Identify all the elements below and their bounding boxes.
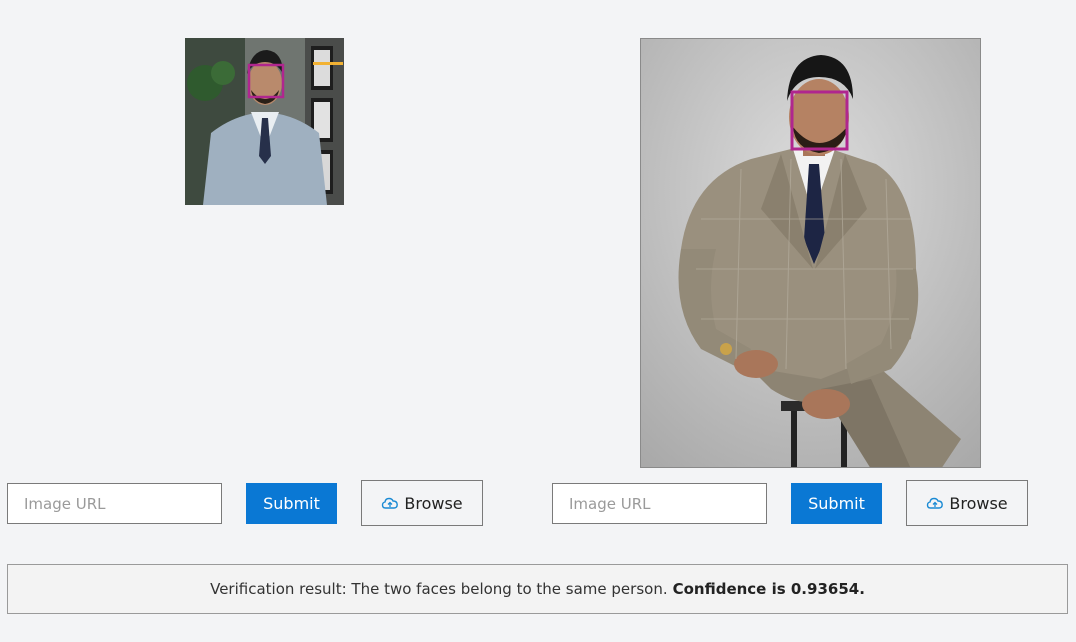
left-portrait-graphic [185, 38, 344, 205]
verification-result-panel: Verification result: The two faces belon… [7, 564, 1068, 614]
face-verification-page: Submit Browse Submit Browse Verification… [0, 0, 1076, 642]
left-browse-button[interactable]: Browse [361, 480, 483, 526]
right-face-image [640, 38, 981, 468]
right-image-url-input[interactable] [552, 483, 767, 524]
right-browse-label: Browse [949, 493, 1008, 513]
right-browse-button[interactable]: Browse [906, 480, 1028, 526]
left-image-url-input[interactable] [7, 483, 222, 524]
right-portrait-graphic [641, 39, 980, 467]
upload-cloud-icon [381, 494, 399, 512]
confidence-value: Confidence is 0.93654. [672, 580, 865, 598]
left-submit-button[interactable]: Submit [246, 483, 337, 524]
left-face-image [185, 38, 344, 205]
right-submit-button[interactable]: Submit [791, 483, 882, 524]
upload-cloud-icon [926, 494, 944, 512]
left-browse-label: Browse [404, 493, 463, 513]
verification-result-message: Verification result: The two faces belon… [210, 580, 668, 598]
